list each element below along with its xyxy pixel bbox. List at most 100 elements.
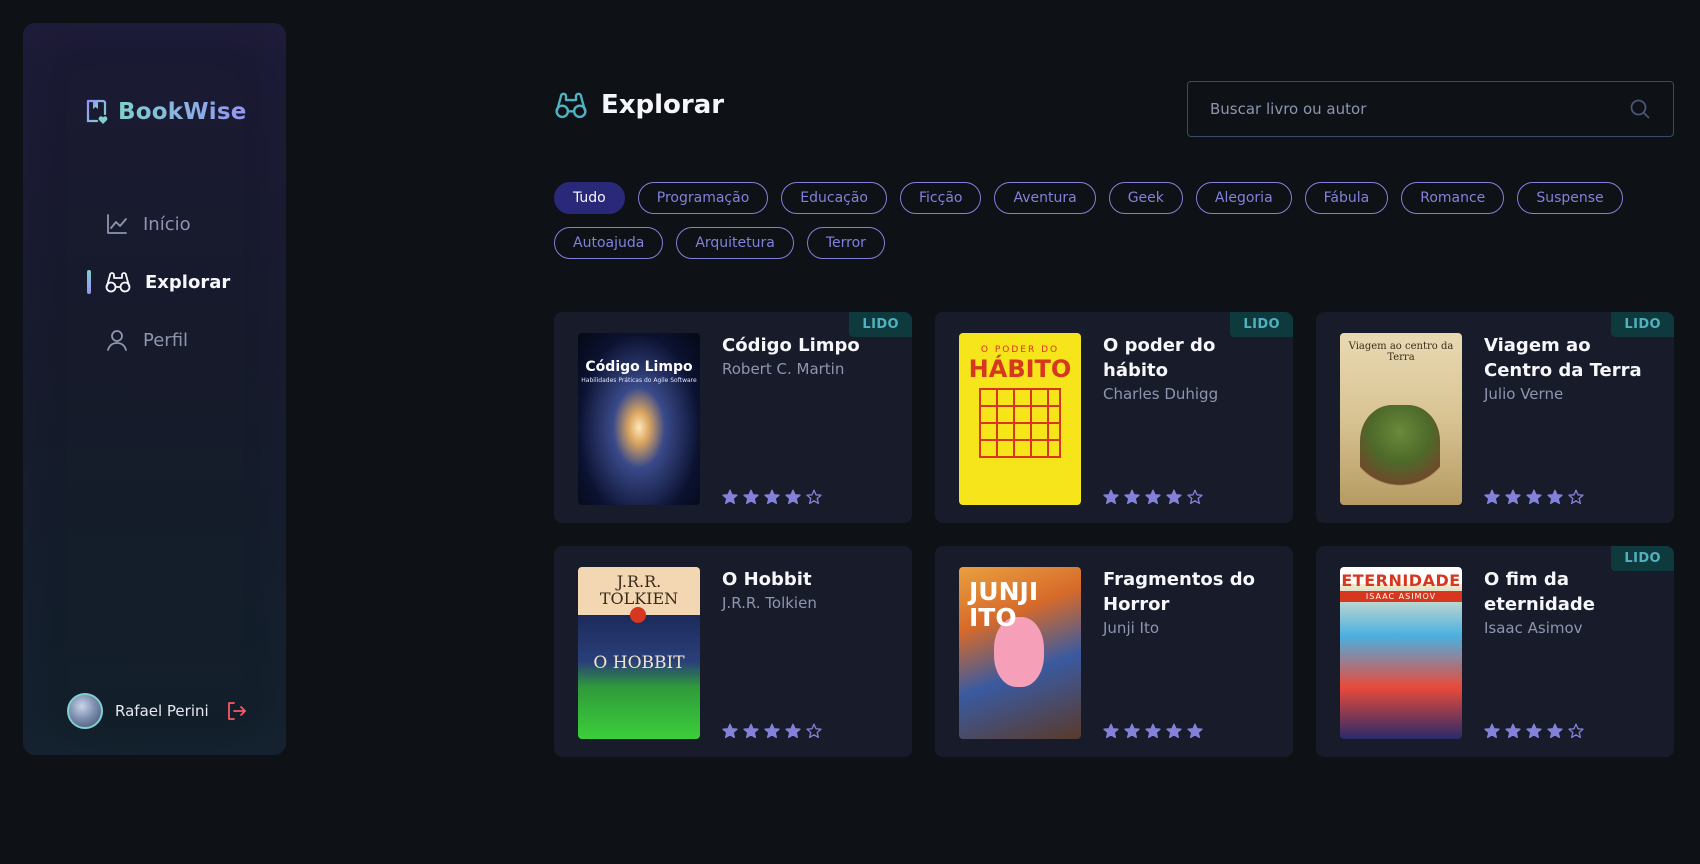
sign-out-icon bbox=[227, 702, 246, 720]
rating-stars bbox=[1103, 723, 1269, 739]
cover-illustration bbox=[1360, 405, 1440, 495]
star-filled-icon bbox=[1505, 489, 1521, 505]
book-title: Viagem ao Centro da Terra bbox=[1484, 335, 1642, 381]
app-name: BookWise bbox=[118, 99, 247, 125]
nav-item-explorar[interactable]: Explorar bbox=[87, 267, 230, 297]
book-author: Junji Ito bbox=[1103, 619, 1160, 637]
book-title: O Hobbit bbox=[722, 569, 812, 590]
user-name: Rafael Perini bbox=[115, 702, 209, 720]
book-cover: Viagem ao centro da Terra bbox=[1340, 333, 1462, 505]
binoculars-icon bbox=[555, 92, 587, 119]
cover-author: ISAAC ASIMOV bbox=[1340, 591, 1462, 602]
book-cover: JUNJI ITO bbox=[959, 567, 1081, 739]
book-card[interactable]: LIDO O PODER DO HÁBITO O poder do hábito… bbox=[935, 312, 1293, 523]
search-icon[interactable] bbox=[1629, 98, 1651, 120]
app: BookWise Início Explorar Perfil Rafael P… bbox=[0, 0, 1700, 864]
rating-stars bbox=[1484, 489, 1650, 505]
star-filled-icon bbox=[1103, 489, 1119, 505]
star-filled-icon bbox=[1145, 489, 1161, 505]
star-filled-icon bbox=[1505, 723, 1521, 739]
nav-item-perfil[interactable]: Perfil bbox=[105, 325, 230, 355]
chart-line-icon bbox=[107, 214, 127, 234]
star-filled-icon bbox=[785, 489, 801, 505]
star-empty-icon bbox=[806, 489, 822, 505]
main-nav: Início Explorar Perfil bbox=[87, 209, 230, 383]
book-card[interactable]: J.R.R. TOLKIEN O HOBBIT O Hobbit J.R.R. … bbox=[554, 546, 912, 757]
sidebar: BookWise Início Explorar Perfil Rafael P… bbox=[23, 23, 286, 755]
user-icon bbox=[107, 330, 127, 351]
book-card[interactable]: JUNJI ITO Fragmentos do Horror Junji Ito bbox=[935, 546, 1293, 757]
book-author: Julio Verne bbox=[1484, 385, 1564, 403]
star-filled-icon bbox=[1166, 723, 1182, 739]
cover-subtitle: Habilidades Práticas do Agile Software bbox=[581, 377, 697, 384]
star-filled-icon bbox=[1484, 489, 1500, 505]
star-filled-icon bbox=[764, 723, 780, 739]
cover-title-top: O PODER DO bbox=[980, 345, 1060, 355]
logout-button[interactable] bbox=[225, 700, 247, 722]
star-filled-icon bbox=[1103, 723, 1119, 739]
star-empty-icon bbox=[1568, 723, 1584, 739]
star-filled-icon bbox=[785, 723, 801, 739]
search-input[interactable] bbox=[1210, 100, 1629, 118]
rating-stars bbox=[1103, 489, 1269, 505]
nav-item-inicio[interactable]: Início bbox=[105, 209, 230, 239]
nav-label-inicio: Início bbox=[143, 213, 191, 235]
tag-suspense[interactable]: Suspense bbox=[1517, 182, 1623, 214]
cover-title-main: HÁBITO bbox=[968, 355, 1072, 383]
logo[interactable]: BookWise bbox=[85, 99, 247, 125]
cover-pattern bbox=[979, 388, 1061, 458]
tag-programacao[interactable]: Programação bbox=[637, 182, 769, 214]
tag-terror[interactable]: Terror bbox=[806, 227, 885, 259]
star-empty-icon bbox=[806, 723, 822, 739]
search-bar bbox=[1187, 81, 1674, 137]
book-title: O fim da eternidade bbox=[1484, 569, 1596, 615]
star-filled-icon bbox=[1526, 489, 1542, 505]
tag-educacao[interactable]: Educação bbox=[781, 182, 887, 214]
book-card[interactable]: LIDO Código Limpo Habilidades Práticas d… bbox=[554, 312, 912, 523]
read-badge: LIDO bbox=[1611, 312, 1674, 337]
tag-alegoria[interactable]: Alegoria bbox=[1195, 182, 1292, 214]
star-filled-icon bbox=[764, 489, 780, 505]
star-filled-icon bbox=[722, 723, 738, 739]
book-author: Robert C. Martin bbox=[722, 360, 845, 378]
tag-ficcao[interactable]: Ficção bbox=[900, 182, 982, 214]
page-title: Explorar bbox=[601, 90, 725, 120]
star-filled-icon bbox=[1166, 489, 1182, 505]
read-badge: LIDO bbox=[1230, 312, 1293, 337]
cover-title: Viagem ao centro da Terra bbox=[1348, 341, 1454, 363]
read-badge: LIDO bbox=[849, 312, 912, 337]
book-card[interactable]: LIDO ETERNIDADE ISAAC ASIMOV O fim da et… bbox=[1316, 546, 1674, 757]
tag-autoajuda[interactable]: Autoajuda bbox=[554, 227, 664, 259]
book-title: Fragmentos do Horror bbox=[1103, 569, 1256, 615]
category-tags: Tudo Programação Educação Ficção Aventur… bbox=[554, 182, 1684, 259]
book-card[interactable]: LIDO Viagem ao centro da Terra Viagem ao… bbox=[1316, 312, 1674, 523]
star-filled-icon bbox=[1547, 489, 1563, 505]
cover-title: JUNJI ITO bbox=[969, 577, 1039, 632]
tag-romance[interactable]: Romance bbox=[1401, 182, 1505, 214]
rating-stars bbox=[722, 489, 888, 505]
avatar[interactable] bbox=[67, 693, 103, 729]
tag-tudo[interactable]: Tudo bbox=[554, 182, 625, 214]
star-filled-icon bbox=[1526, 723, 1542, 739]
book-cover: J.R.R. TOLKIEN O HOBBIT bbox=[578, 567, 700, 739]
book-cover: ETERNIDADE ISAAC ASIMOV bbox=[1340, 567, 1462, 739]
book-author: J.R.R. Tolkien bbox=[722, 594, 817, 612]
star-filled-icon bbox=[1145, 723, 1161, 739]
cover-title: Código Limpo bbox=[585, 359, 693, 375]
book-author: Isaac Asimov bbox=[1484, 619, 1583, 637]
book-info: Código Limpo Robert C. Martin bbox=[722, 333, 888, 505]
star-filled-icon bbox=[1124, 723, 1140, 739]
tag-geek[interactable]: Geek bbox=[1108, 182, 1183, 214]
book-info: O Hobbit J.R.R. Tolkien bbox=[722, 567, 888, 739]
tag-aventura[interactable]: Aventura bbox=[994, 182, 1096, 214]
rating-stars bbox=[722, 723, 888, 739]
star-filled-icon bbox=[1484, 723, 1500, 739]
star-filled-icon bbox=[743, 723, 759, 739]
tag-fabula[interactable]: Fábula bbox=[1304, 182, 1389, 214]
star-filled-icon bbox=[1187, 723, 1203, 739]
cover-sun bbox=[630, 607, 646, 623]
cover-title: O HOBBIT bbox=[593, 653, 685, 673]
star-filled-icon bbox=[743, 489, 759, 505]
tag-arquitetura[interactable]: Arquitetura bbox=[676, 227, 794, 259]
binoculars-icon bbox=[105, 272, 131, 293]
